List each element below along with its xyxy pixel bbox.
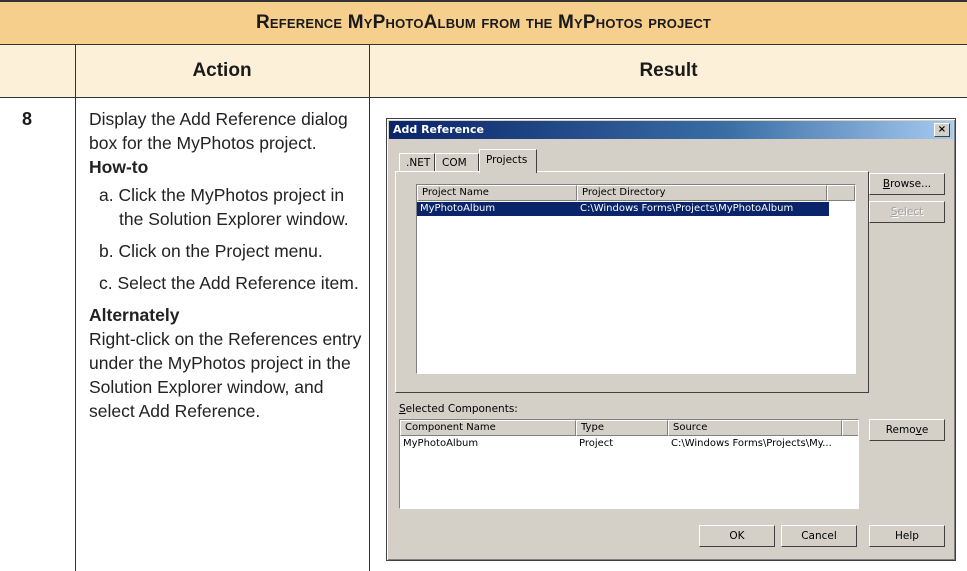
divider-middle	[369, 44, 370, 571]
projects-list[interactable]: Project Name Project Directory MyPhotoAl…	[416, 184, 856, 374]
remove-label-post: e	[921, 424, 929, 436]
list-item[interactable]: MyPhotoAlbum C:\Windows Forms\Projects\M…	[417, 202, 829, 216]
component-type-cell: Project	[579, 438, 614, 449]
howto-step: c. Select the Add Reference item.	[99, 273, 359, 293]
howto-title: How-to	[89, 157, 149, 177]
column-header-type[interactable]: Type	[576, 420, 668, 436]
table-header-row: Action Result	[0, 44, 967, 98]
selected-components-label: Selected Components:	[399, 403, 518, 415]
remove-label-pre: Remo	[885, 424, 916, 436]
select-label-post: elect	[897, 206, 924, 218]
help-button[interactable]: Help	[869, 525, 945, 547]
howto-list: a. Click the MyPhotos project in the Sol…	[99, 183, 364, 295]
table-title: Reference MyPhotoAlbum from the MyPhotos…	[255, 12, 712, 33]
selected-components-list[interactable]: Component Name Type Source MyPhotoAlbum …	[399, 419, 859, 509]
column-header-source[interactable]: Source	[668, 420, 842, 436]
remove-button[interactable]: Remove	[869, 419, 945, 441]
howto-step: a. Click the MyPhotos project in the Sol…	[99, 185, 349, 229]
dialog-title: Add Reference	[393, 123, 484, 136]
howto-step: b. Click on the Project menu.	[99, 241, 323, 261]
component-source-cell: C:\Windows Forms\Projects\My...	[671, 438, 832, 449]
column-header-filler	[827, 185, 855, 201]
list-item[interactable]: MyPhotoAlbum Project C:\Windows Forms\Pr…	[400, 437, 842, 451]
ok-button[interactable]: OK	[699, 525, 775, 547]
column-header-filler	[842, 420, 858, 436]
selected-label-accel: S	[399, 403, 406, 415]
select-button[interactable]: Select	[869, 201, 945, 223]
action-text: Display the Add Reference dialog box for…	[89, 109, 348, 153]
column-header-project-name[interactable]: Project Name	[417, 185, 577, 201]
project-directory-cell: C:\Windows Forms\Projects\MyPhotoAlbum	[580, 203, 794, 214]
step-number: 8	[22, 109, 33, 129]
divider-left	[75, 44, 76, 571]
projects-tab-panel: Project Name Project Directory MyPhotoAl…	[395, 171, 869, 393]
browse-label-post: rowse...	[890, 178, 932, 190]
tab-dotnet[interactable]: .NET	[399, 153, 435, 171]
alternately-title: Alternately	[89, 305, 180, 325]
column-header-result: Result	[639, 60, 698, 81]
selected-label-post: elected Components:	[405, 403, 518, 415]
component-name-cell: MyPhotoAlbum	[403, 438, 479, 449]
column-header-component-name[interactable]: Component Name	[400, 420, 576, 436]
add-reference-dialog: Add Reference × .NET COM Projects Projec…	[386, 118, 956, 561]
cancel-button[interactable]: Cancel	[781, 525, 857, 547]
project-name-cell: MyPhotoAlbum	[420, 203, 496, 214]
table-title-bar: Reference MyPhotoAlbum from the MyPhotos…	[0, 0, 967, 44]
browse-label-accel: B	[882, 178, 891, 190]
browse-button[interactable]: Browse...	[869, 173, 945, 195]
column-header-project-directory[interactable]: Project Directory	[577, 185, 827, 201]
close-icon[interactable]: ×	[934, 123, 950, 137]
tab-com[interactable]: COM	[435, 153, 479, 171]
column-header-action: Action	[192, 60, 252, 81]
action-column: Display the Add Reference dialog box for…	[89, 107, 364, 423]
dialog-titlebar[interactable]: Add Reference ×	[389, 121, 953, 139]
tab-projects[interactable]: Projects	[479, 149, 537, 173]
alternately-text: Right-click on the References entry unde…	[89, 329, 362, 421]
